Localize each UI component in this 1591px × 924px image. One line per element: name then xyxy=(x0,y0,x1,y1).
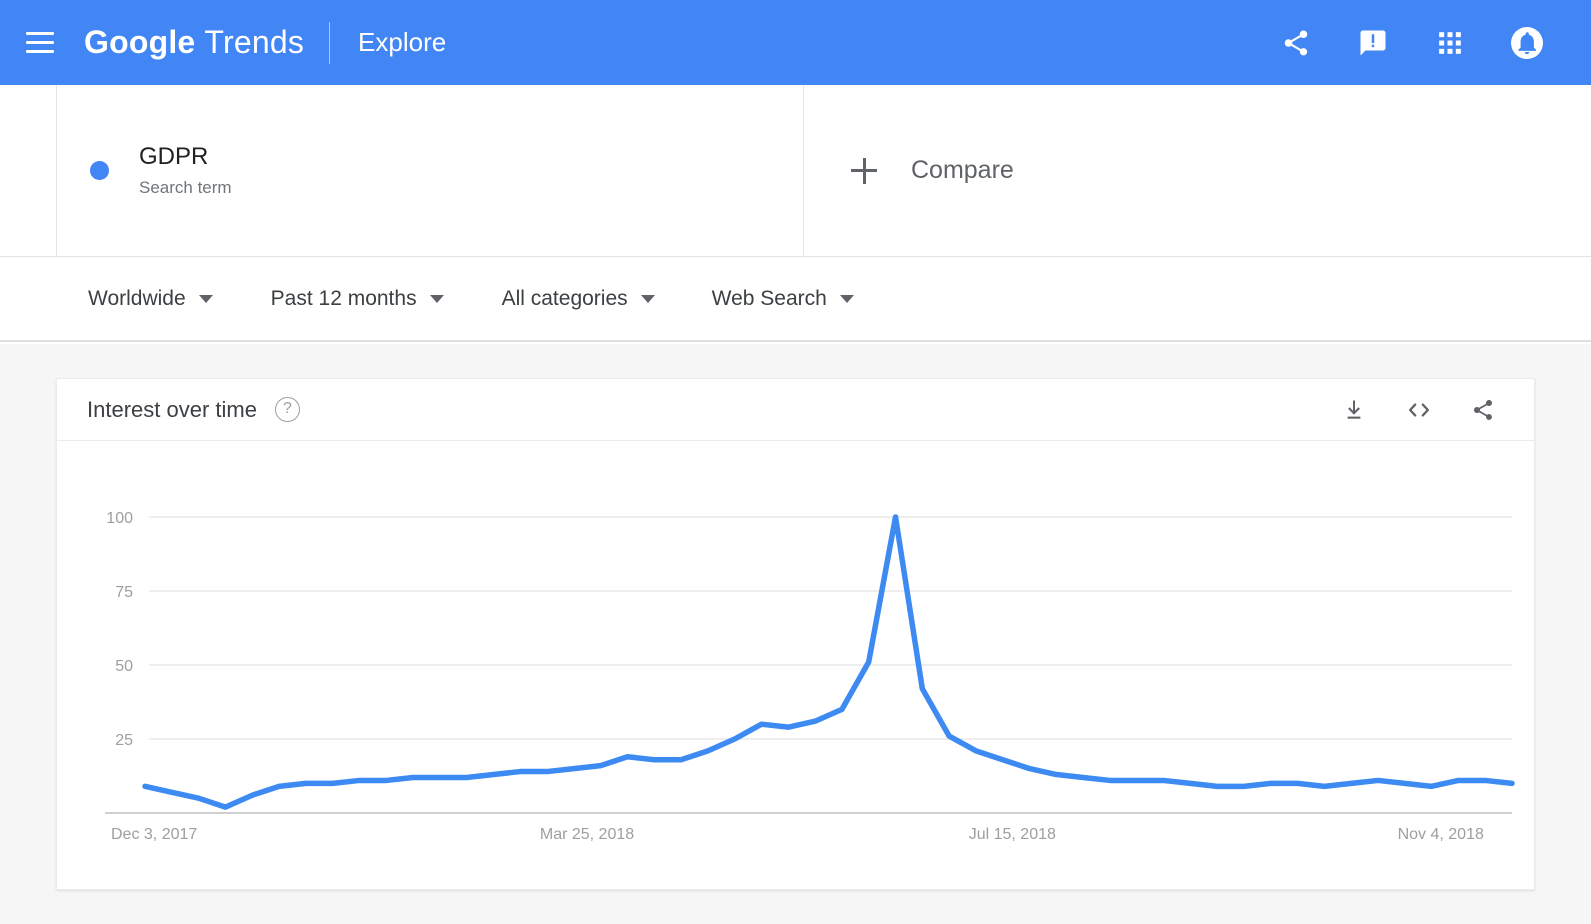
y-axis-tick-label: 50 xyxy=(115,658,133,675)
filter-category-label: All categories xyxy=(501,287,628,310)
filter-timerange-dropdown[interactable]: Past 12 months xyxy=(271,287,444,311)
apps-grid-icon[interactable] xyxy=(1424,17,1476,69)
card-title: Interest over time xyxy=(87,396,257,422)
google-trends-logo[interactable]: Google Trends xyxy=(84,24,304,61)
add-comparison-button[interactable]: Compare xyxy=(804,85,1591,256)
google-trends-page: Google Trends Explore GDPR Search term C… xyxy=(0,0,1591,924)
nav-explore[interactable]: Explore xyxy=(358,27,446,58)
feedback-icon[interactable] xyxy=(1347,17,1399,69)
notifications-bell-icon[interactable] xyxy=(1501,17,1553,69)
appbar-icon-group xyxy=(1245,17,1553,69)
brand-trends: Trends xyxy=(204,24,305,60)
search-term-label: GDPR xyxy=(139,142,209,170)
search-term-chip[interactable]: GDPR Search term xyxy=(56,85,804,256)
help-icon[interactable]: ? xyxy=(274,397,300,422)
brand-google: Google xyxy=(84,24,196,60)
chevron-down-icon xyxy=(429,295,444,303)
search-term-type: Search term xyxy=(139,177,232,197)
filter-location-dropdown[interactable]: Worldwide xyxy=(88,287,213,311)
plus-icon xyxy=(851,157,877,184)
embed-code-icon[interactable] xyxy=(1398,389,1440,431)
x-axis-tick-label: Nov 4, 2018 xyxy=(1398,826,1484,843)
compare-label: Compare xyxy=(911,156,1014,184)
filter-searchtype-dropdown[interactable]: Web Search xyxy=(712,287,854,311)
download-icon[interactable] xyxy=(1334,389,1376,431)
interest-over-time-chart: 100 75 50 25 Dec 3, 2017 Mar 25, 2018 Jul 15, … xyxy=(57,441,1534,890)
filter-timerange-label: Past 12 months xyxy=(270,287,417,310)
filter-searchtype-label: Web Search xyxy=(711,287,827,310)
interest-over-time-card: Interest over time ? 100 75 50 25 Dec 3,… xyxy=(56,378,1535,890)
chevron-down-icon xyxy=(640,295,655,303)
series-color-dot xyxy=(90,161,109,180)
filter-location-label: Worldwide xyxy=(88,287,186,310)
filter-bar: Worldwide Past 12 months All categories … xyxy=(0,258,1591,342)
chevron-down-icon xyxy=(198,295,213,303)
hamburger-bar xyxy=(26,50,54,53)
chevron-down-icon xyxy=(839,295,854,303)
share-icon[interactable] xyxy=(1270,17,1322,69)
y-axis-tick-label: 75 xyxy=(115,584,133,601)
top-app-bar: Google Trends Explore xyxy=(0,0,1591,85)
card-header: Interest over time ? xyxy=(57,379,1534,441)
x-axis-tick-label: Dec 3, 2017 xyxy=(111,826,197,843)
filter-category-dropdown[interactable]: All categories xyxy=(502,287,655,311)
hamburger-menu-icon[interactable] xyxy=(16,19,64,67)
query-row: GDPR Search term Compare xyxy=(0,85,1591,257)
chart-series-line xyxy=(142,514,1515,810)
y-axis-tick-label: 25 xyxy=(115,732,133,749)
chart-svg: 100 75 50 25 Dec 3, 2017 Mar 25, 2018 Jul 15, … xyxy=(105,510,1515,843)
hamburger-bar xyxy=(26,32,54,35)
x-axis-tick-label: Jul 15, 2018 xyxy=(969,826,1056,843)
appbar-divider xyxy=(329,21,331,64)
hamburger-bar xyxy=(26,41,54,44)
y-axis-tick-label: 100 xyxy=(106,510,133,527)
x-axis-tick-label: Mar 25, 2018 xyxy=(540,826,634,843)
search-term-text: GDPR Search term xyxy=(139,142,232,200)
share-icon[interactable] xyxy=(1462,389,1504,431)
